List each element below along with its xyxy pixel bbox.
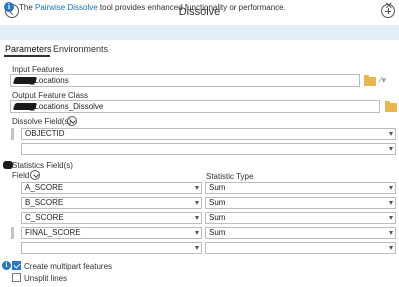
unsplit-lines-checkbox[interactable] bbox=[12, 273, 21, 282]
info-icon: i bbox=[4, 2, 14, 12]
folder-icon[interactable] bbox=[385, 101, 397, 112]
folder-icon[interactable] bbox=[364, 75, 376, 86]
stat-field-select[interactable]: C_SCORE bbox=[21, 212, 202, 224]
field-column-header: Field bbox=[12, 171, 30, 180]
info-message: The Pairwise Dissolve tool provides enha… bbox=[19, 3, 286, 12]
statistics-fields-label: Statistics Field(s) bbox=[12, 161, 73, 170]
wand-icon[interactable]: ⁄▾ bbox=[380, 75, 394, 85]
dissolve-field-select[interactable] bbox=[21, 143, 396, 155]
drag-handle[interactable] bbox=[11, 227, 14, 239]
redacted-mark bbox=[12, 103, 38, 110]
chevron-down-icon bbox=[389, 147, 393, 151]
stat-type-select[interactable]: Sum bbox=[205, 197, 396, 209]
drag-handle[interactable] bbox=[11, 128, 14, 140]
chevron-down-icon[interactable] bbox=[30, 170, 40, 180]
chevron-down-icon bbox=[389, 132, 393, 136]
chevron-down-icon bbox=[389, 216, 393, 220]
stat-type-select[interactable]: Sum bbox=[205, 227, 396, 239]
tab-environments[interactable]: Environments bbox=[53, 44, 108, 54]
chevron-down-icon bbox=[195, 216, 199, 220]
output-feature-class-label: Output Feature Class bbox=[12, 91, 89, 100]
pairwise-dissolve-link[interactable]: Pairwise Dissolve bbox=[35, 3, 98, 12]
chevron-down-icon bbox=[389, 186, 393, 190]
stat-type-select[interactable]: Sum bbox=[205, 212, 396, 224]
unsplit-lines-label: Unsplit lines bbox=[24, 274, 68, 283]
chevron-down-icon bbox=[195, 201, 199, 205]
statistic-type-column-header: Statistic Type bbox=[206, 172, 254, 181]
chevron-down-icon bbox=[195, 186, 199, 190]
chevron-down-icon bbox=[389, 231, 393, 235]
dissolve-fields-label: Dissolve Field(s) bbox=[12, 117, 72, 126]
stat-field-select[interactable]: A_SCORE bbox=[21, 182, 202, 194]
chevron-down-icon bbox=[389, 246, 393, 250]
dissolve-field-select[interactable]: OBJECTID bbox=[21, 128, 396, 140]
create-multipart-label: Create multipart features bbox=[24, 262, 113, 271]
stat-field-select[interactable]: FINAL_SCORE bbox=[21, 227, 202, 239]
info-bar bbox=[0, 25, 399, 40]
input-features-label: Input Features bbox=[12, 65, 64, 74]
chevron-down-icon bbox=[195, 231, 199, 235]
create-multipart-checkbox[interactable] bbox=[12, 261, 21, 270]
stat-type-select[interactable] bbox=[205, 242, 396, 254]
tab-parameters[interactable]: Parameters bbox=[5, 44, 52, 54]
input-features-field[interactable]: _Locations bbox=[10, 74, 360, 87]
info-icon[interactable]: i bbox=[2, 261, 11, 270]
chevron-down-icon bbox=[389, 201, 393, 205]
output-feature-class-field[interactable]: _Locations_Dissolve bbox=[10, 100, 380, 113]
stat-field-select[interactable] bbox=[21, 242, 202, 254]
stat-type-select[interactable]: Sum bbox=[205, 182, 396, 194]
chevron-down-icon[interactable] bbox=[67, 116, 77, 126]
close-icon[interactable]: ✕ bbox=[385, 1, 393, 12]
stat-field-select[interactable]: B_SCORE bbox=[21, 197, 202, 209]
redacted-mark bbox=[12, 77, 38, 84]
active-tab-indicator bbox=[4, 55, 50, 57]
chevron-down-icon bbox=[195, 246, 199, 250]
